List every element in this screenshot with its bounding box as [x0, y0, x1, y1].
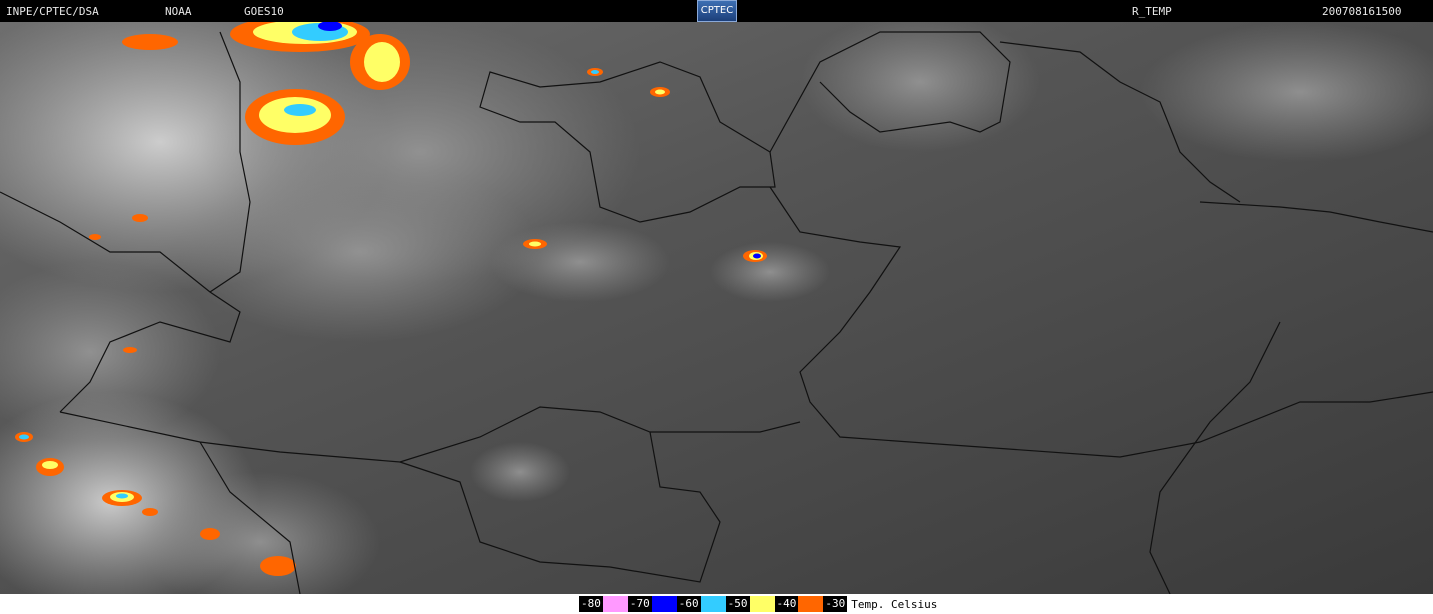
legend-tick: -50: [725, 596, 750, 612]
temperature-legend: -80 -70 -60 -50 -40 -30 Temp. Celsius: [579, 596, 937, 612]
legend-swatch: [749, 596, 775, 612]
legend-swatch: [651, 596, 677, 612]
satellite-image: [0, 22, 1433, 594]
cptec-logo: CPTEC: [697, 0, 737, 22]
legend-unit-label: Temp. Celsius: [851, 597, 938, 611]
legend-tick: -60: [676, 596, 701, 612]
legend-swatch: [798, 596, 824, 612]
header-bar: INPE/CPTEC/DSA NOAA GOES10 CPTEC R_TEMP …: [0, 0, 1433, 22]
legend-tick: -80: [579, 596, 603, 612]
satellite-label: GOES10: [244, 5, 284, 18]
legend-tick: -30: [823, 596, 848, 612]
legend-swatch: [602, 596, 628, 612]
legend-tick: -40: [774, 596, 799, 612]
legend-swatch: [700, 596, 726, 612]
source-label: INPE/CPTEC/DSA: [6, 5, 99, 18]
timestamp-label: 200708161500: [1322, 5, 1402, 18]
legend-tick: -70: [627, 596, 652, 612]
agency-label: NOAA: [165, 5, 192, 18]
product-label: R_TEMP: [1132, 5, 1172, 18]
